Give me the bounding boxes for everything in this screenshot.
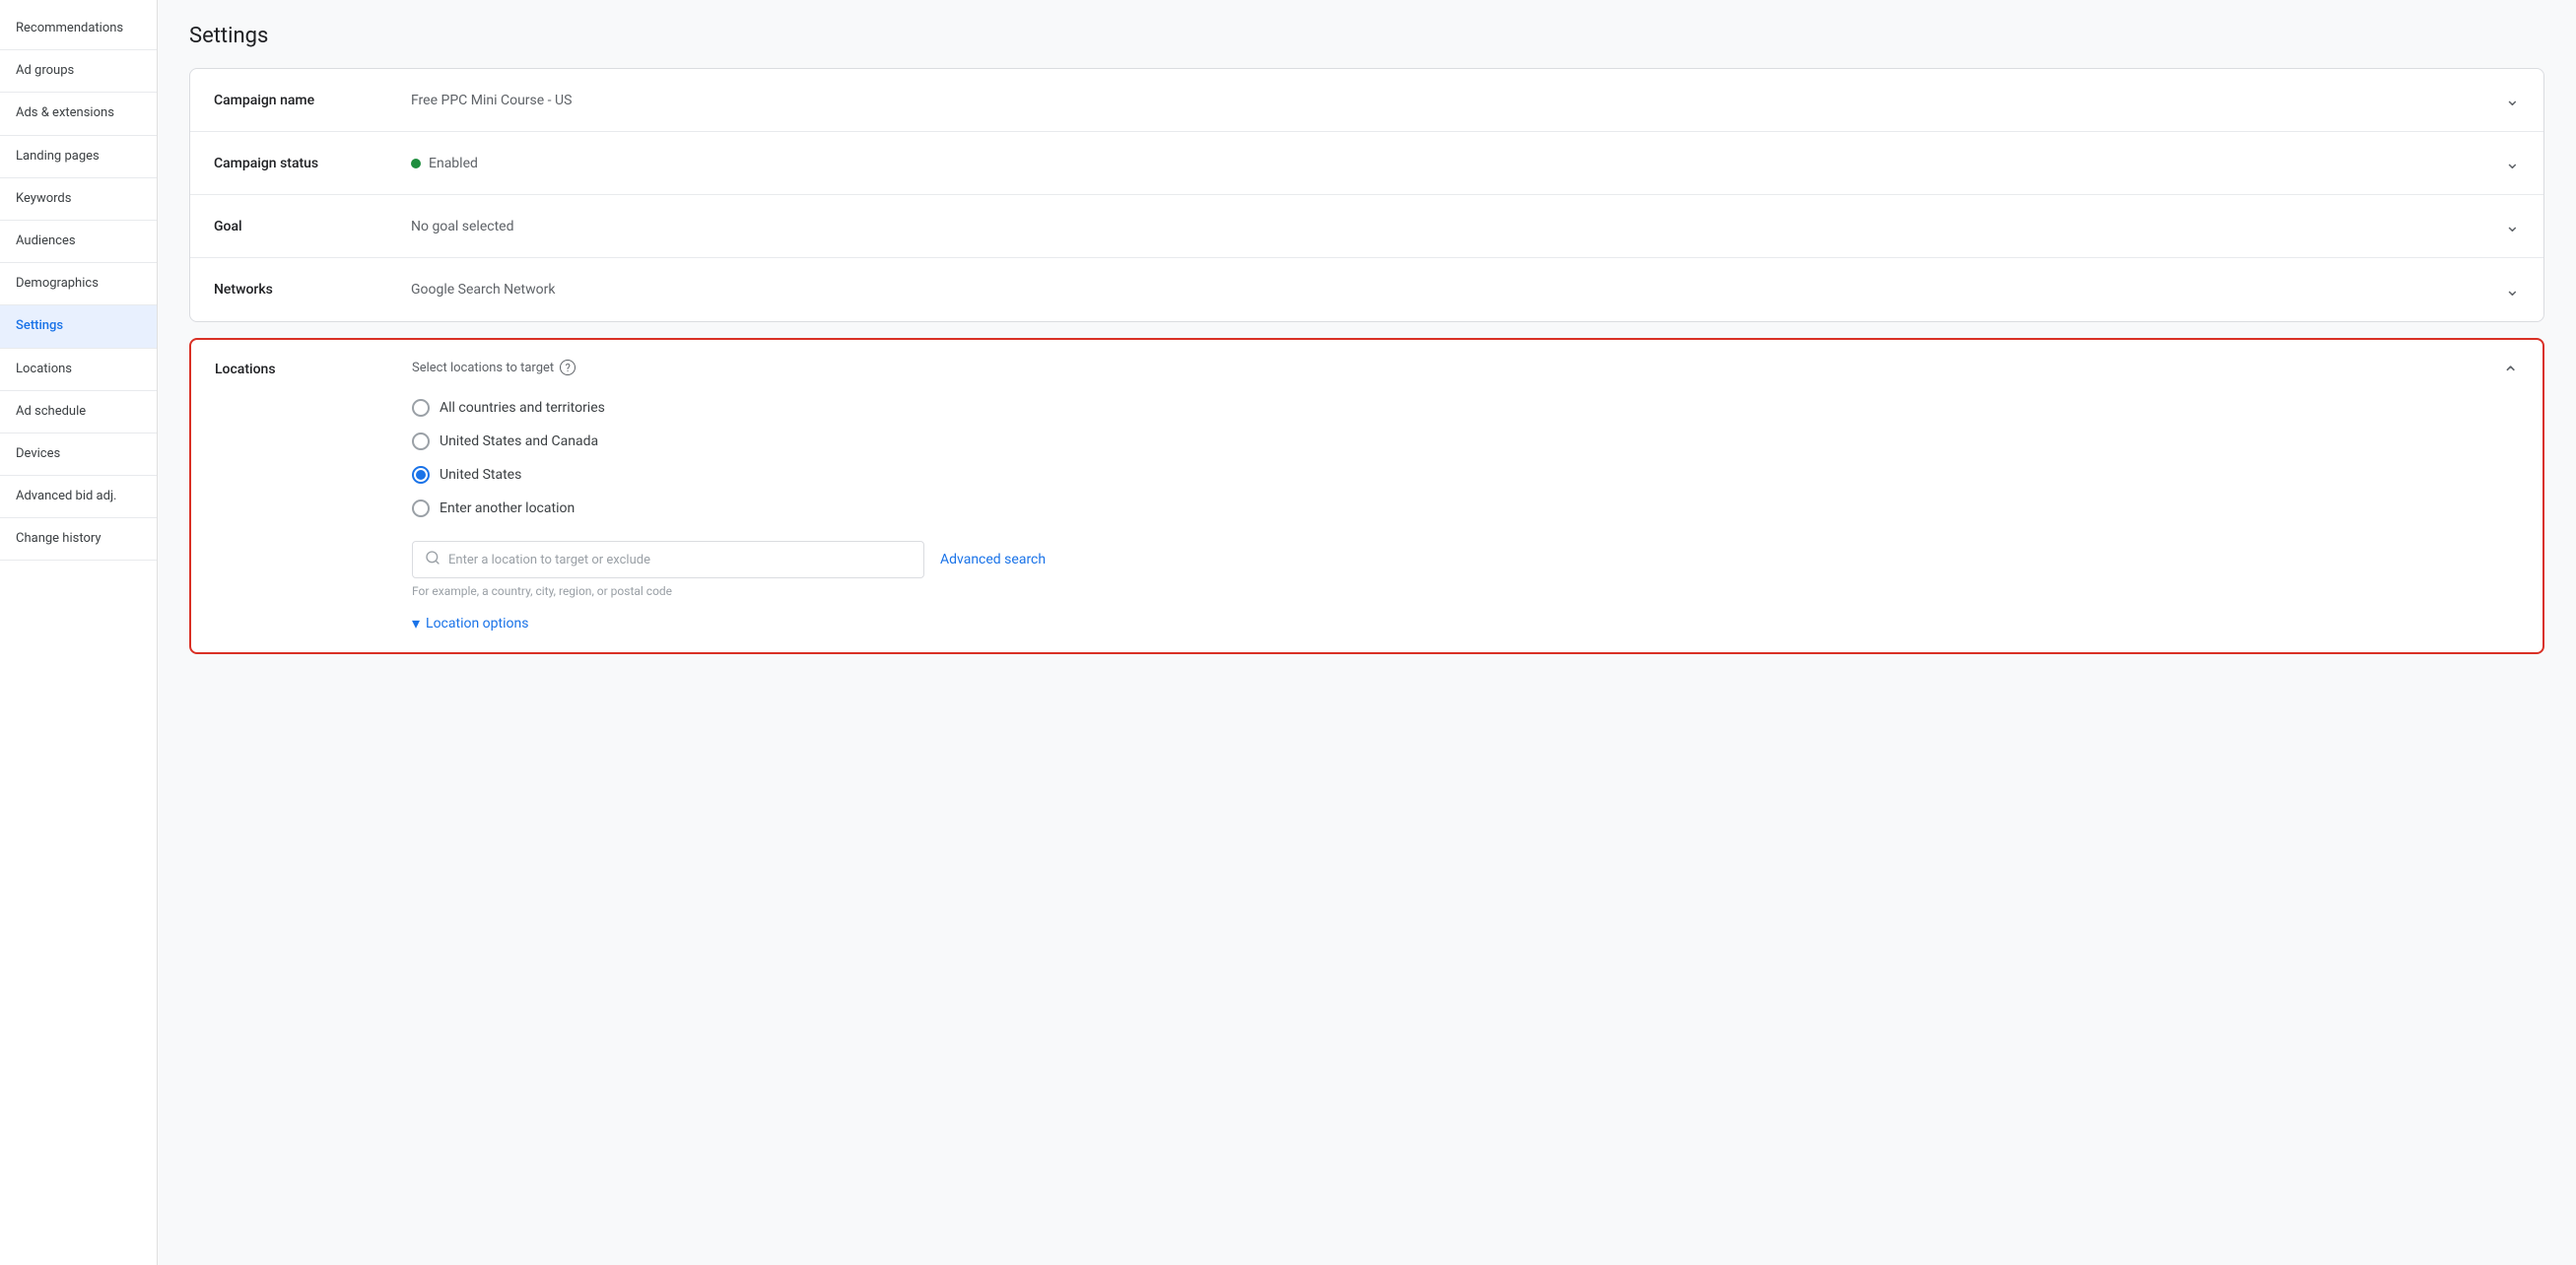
search-icon — [425, 550, 441, 569]
locations-label: Locations — [215, 360, 412, 377]
search-input-placeholder: Enter a location to target or exclude — [448, 553, 650, 567]
campaign-name-chevron[interactable]: ⌄ — [2505, 90, 2520, 110]
help-icon[interactable]: ? — [560, 360, 576, 375]
radio-circle-united-states — [412, 466, 430, 484]
locations-panel: Locations Select locations to target ? A… — [189, 338, 2544, 654]
radio-options-container: All countries and territories United Stat… — [412, 391, 2502, 525]
campaign-name-value: Free PPC Mini Course - US — [411, 93, 2505, 108]
campaign-status-row: Campaign status Enabled ⌄ — [190, 132, 2543, 195]
radio-option-another-location[interactable]: Enter another location — [412, 492, 2502, 525]
radio-circle-another-location — [412, 499, 430, 517]
sidebar-item-demographics[interactable]: Demographics — [0, 263, 157, 305]
radio-label-us-canada: United States and Canada — [440, 433, 598, 449]
sidebar: RecommendationsAd groupsAds & extensions… — [0, 0, 158, 1265]
sidebar-item-settings[interactable]: Settings — [0, 305, 157, 348]
radio-label-another-location: Enter another location — [440, 500, 575, 516]
status-dot — [411, 159, 421, 168]
campaign-status-label: Campaign status — [214, 156, 411, 171]
sidebar-item-devices[interactable]: Devices — [0, 433, 157, 476]
settings-panel: Campaign name Free PPC Mini Course - US … — [189, 68, 2544, 322]
locations-chevron-up-icon[interactable]: ⌃ — [2502, 362, 2519, 385]
page-title: Settings — [189, 24, 2544, 48]
networks-label: Networks — [214, 282, 411, 298]
location-options-link[interactable]: ▾ Location options — [412, 614, 2502, 632]
networks-value: Google Search Network — [411, 282, 2505, 298]
sidebar-item-locations[interactable]: Locations — [0, 349, 157, 391]
sidebar-item-ad-schedule[interactable]: Ad schedule — [0, 391, 157, 433]
chevron-down-icon: ▾ — [412, 614, 420, 632]
radio-circle-all-countries — [412, 399, 430, 417]
sidebar-item-keywords[interactable]: Keywords — [0, 178, 157, 221]
location-search-box[interactable]: Enter a location to target or exclude — [412, 541, 924, 578]
goal-label: Goal — [214, 219, 411, 234]
sidebar-item-audiences[interactable]: Audiences — [0, 221, 157, 263]
locations-content: Select locations to target ? All countri… — [412, 360, 2502, 632]
location-options-label: Location options — [426, 616, 528, 632]
goal-chevron[interactable]: ⌄ — [2505, 216, 2520, 236]
radio-circle-us-canada — [412, 433, 430, 450]
campaign-status-value: Enabled — [411, 156, 2505, 171]
radio-label-all-countries: All countries and territories — [440, 400, 605, 416]
advanced-search-link[interactable]: Advanced search — [940, 552, 1046, 567]
main-content: Settings Campaign name Free PPC Mini Cou… — [158, 0, 2576, 1265]
campaign-name-label: Campaign name — [214, 93, 411, 108]
radio-label-united-states: United States — [440, 467, 521, 483]
goal-value: No goal selected — [411, 219, 2505, 234]
goal-row: Goal No goal selected ⌄ — [190, 195, 2543, 258]
locations-header: Locations Select locations to target ? A… — [191, 340, 2542, 652]
campaign-status-chevron[interactable]: ⌄ — [2505, 153, 2520, 173]
networks-chevron[interactable]: ⌄ — [2505, 280, 2520, 300]
sidebar-item-recommendations[interactable]: Recommendations — [0, 8, 157, 50]
sidebar-item-ad-groups[interactable]: Ad groups — [0, 50, 157, 93]
networks-row: Networks Google Search Network ⌄ — [190, 258, 2543, 321]
radio-option-united-states[interactable]: United States — [412, 458, 2502, 492]
sidebar-item-advanced-bid-adj[interactable]: Advanced bid adj. — [0, 476, 157, 518]
radio-option-all-countries[interactable]: All countries and territories — [412, 391, 2502, 425]
sidebar-item-ads-extensions[interactable]: Ads & extensions — [0, 93, 157, 135]
location-search-row: Enter a location to target or exclude Ad… — [412, 541, 2502, 578]
radio-option-us-canada[interactable]: United States and Canada — [412, 425, 2502, 458]
sidebar-item-landing-pages[interactable]: Landing pages — [0, 136, 157, 178]
campaign-name-row: Campaign name Free PPC Mini Course - US … — [190, 69, 2543, 132]
sidebar-item-change-history[interactable]: Change history — [0, 518, 157, 561]
locations-subtitle: Select locations to target ? — [412, 360, 2502, 375]
search-hint: For example, a country, city, region, or… — [412, 584, 2502, 598]
